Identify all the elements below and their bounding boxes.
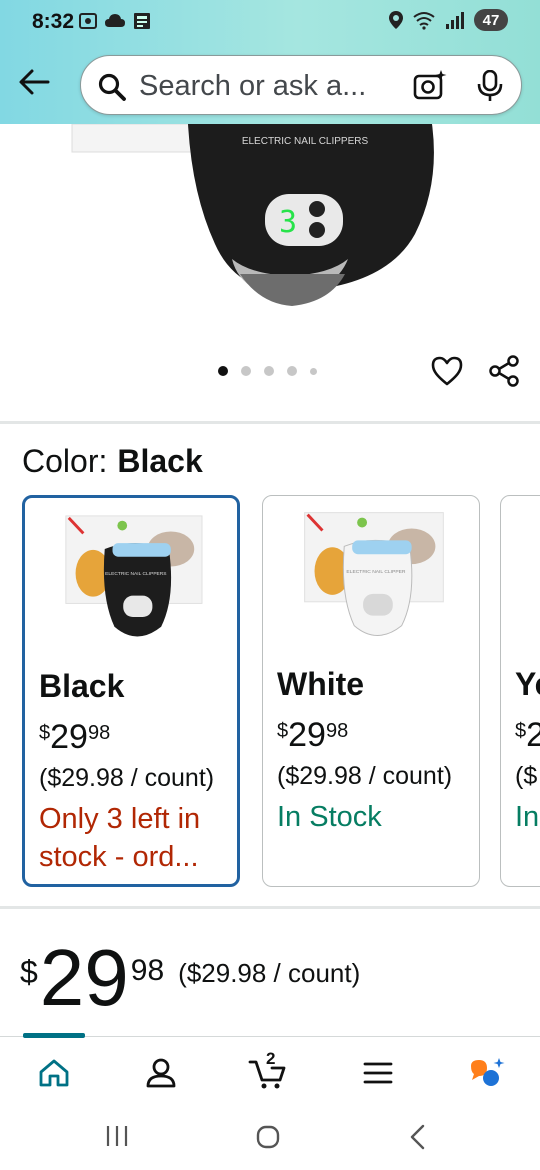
cart-count-badge: 2 xyxy=(266,1049,276,1068)
back-arrow-icon xyxy=(19,69,50,95)
status-bar: 8:32 47 xyxy=(0,0,540,44)
recent-apps-button[interactable] xyxy=(104,1124,130,1148)
microphone-icon[interactable] xyxy=(477,70,503,102)
location-icon xyxy=(389,11,403,29)
carousel-dot-4[interactable] xyxy=(287,366,297,376)
price-whole: 29 xyxy=(50,718,88,756)
product-image[interactable]: ELECTRIC NAIL CLIPPERS 3 xyxy=(0,124,540,319)
selected-color-value: Black xyxy=(117,443,203,479)
price-unit: ($29.98 / count) xyxy=(178,958,361,988)
swatch-name: Ye xyxy=(515,666,540,702)
swatch-availability: In Stock xyxy=(277,801,382,833)
system-navigation-bar xyxy=(0,1106,540,1170)
price-whole: 29 xyxy=(288,716,326,754)
section-divider xyxy=(0,421,540,424)
search-icon xyxy=(98,73,126,101)
chevron-left-icon xyxy=(410,1124,425,1150)
color-label: Color: xyxy=(22,443,108,479)
svg-text:ELECTRIC NAIL CLIPPERS: ELECTRIC NAIL CLIPPERS xyxy=(105,571,167,577)
nav-rufus[interactable] xyxy=(466,1053,506,1093)
swatch-name: Black xyxy=(39,668,125,704)
camera-search-icon[interactable] xyxy=(413,70,447,102)
system-icons: 47 xyxy=(388,9,508,31)
active-tab-indicator xyxy=(23,1033,85,1038)
account-icon xyxy=(146,1058,176,1088)
price-symbol: $ xyxy=(20,954,38,990)
digital-display-digit: 3 xyxy=(279,205,297,240)
amazon-product-page: 8:32 47 Search or ask a... ELECTRIC NAIL… xyxy=(0,0,540,1170)
status-time: 8:32 xyxy=(32,10,75,33)
wifi-icon xyxy=(413,12,435,30)
bottom-navigation: 2 xyxy=(0,1033,540,1106)
nav-menu[interactable] xyxy=(358,1053,398,1093)
carousel-dot-1[interactable] xyxy=(218,366,228,376)
product-label: ELECTRIC NAIL CLIPPERS xyxy=(242,136,369,147)
recent-apps-icon xyxy=(106,1126,128,1146)
search-input[interactable]: Search or ask a... xyxy=(139,70,395,103)
swatch-price: $29 98 xyxy=(39,718,110,757)
share-icon[interactable] xyxy=(487,354,521,388)
swatch-price: $29 98 xyxy=(277,716,348,755)
swatch-image: ELECTRIC NAIL CLIPPERS xyxy=(65,515,203,637)
price-fraction: 98 xyxy=(325,720,349,742)
product-price: $29 98 ($29.98 / count) xyxy=(20,938,360,1018)
swatch-availability: Only 3 left in stock - ord... xyxy=(39,803,201,873)
color-selector-label: Color: Black xyxy=(22,443,203,480)
swatch-image: ELECTRIC NAIL CLIPPER xyxy=(304,512,444,636)
swatch-name: White xyxy=(277,666,365,702)
price-whole: 2 xyxy=(526,716,540,755)
carousel-dot-5[interactable] xyxy=(310,367,317,375)
price-fraction: 98 xyxy=(130,954,165,987)
battery-indicator: 47 xyxy=(474,9,508,31)
heart-icon[interactable] xyxy=(430,354,464,388)
color-swatch-partial[interactable]: Ye $2 ($ In xyxy=(500,495,540,887)
nav-account[interactable] xyxy=(141,1053,181,1093)
carousel-dot-2[interactable] xyxy=(241,366,251,376)
cloud-icon xyxy=(105,14,125,27)
swatch-price: $2 xyxy=(515,716,540,755)
swatch-unit-price: ($29.98 / count) xyxy=(39,764,215,792)
home-button[interactable] xyxy=(255,1124,281,1150)
menu-icon xyxy=(363,1062,393,1084)
back-button[interactable] xyxy=(14,62,54,102)
nav-home[interactable] xyxy=(34,1053,74,1093)
system-back-button[interactable] xyxy=(408,1124,428,1150)
swatch-availability: In xyxy=(515,801,540,833)
app-header: 8:32 47 Search or ask a... xyxy=(0,0,540,124)
swatch-unit-price: ($ xyxy=(515,762,538,790)
search-bar[interactable]: Search or ask a... xyxy=(80,55,522,115)
color-swatch-black[interactable]: ELECTRIC NAIL CLIPPERS Black $29 98 ($29.… xyxy=(22,495,240,887)
price-fraction: 98 xyxy=(87,722,111,744)
carousel-dot-3[interactable] xyxy=(264,366,274,376)
screenshot-icon xyxy=(79,13,97,29)
section-divider xyxy=(0,906,540,909)
home-circle-icon xyxy=(256,1125,280,1149)
swatch-unit-price: ($29.98 / count) xyxy=(277,762,453,790)
color-swatch-white[interactable]: ELECTRIC NAIL CLIPPER White $29 98 ($29.9… xyxy=(262,495,480,887)
price-whole: 29 xyxy=(39,933,129,1022)
home-icon xyxy=(39,1059,69,1087)
signal-icon xyxy=(446,12,464,29)
svg-text:ELECTRIC NAIL CLIPPER: ELECTRIC NAIL CLIPPER xyxy=(346,569,406,575)
image-carousel-dots[interactable] xyxy=(218,366,317,376)
price-symbol: $ xyxy=(515,720,527,742)
price-symbol: $ xyxy=(277,720,289,742)
price-symbol: $ xyxy=(39,722,51,744)
notification-icons xyxy=(78,11,152,31)
rufus-icon xyxy=(471,1058,505,1086)
news-icon xyxy=(134,13,150,29)
